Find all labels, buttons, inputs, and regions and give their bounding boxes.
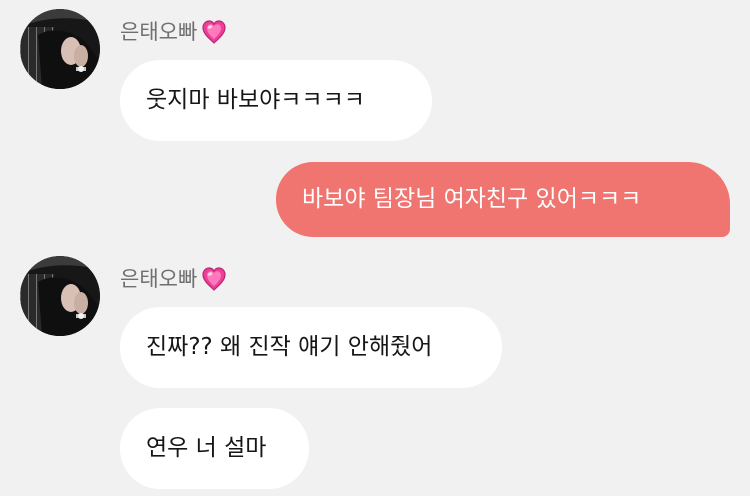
sender-name-row: 은태오빠 (120, 264, 229, 294)
message-text: 바보야 팀장님 여자친구 있어ㅋㅋㅋ (302, 186, 642, 212)
message-text: 연우 너 설마 (146, 435, 267, 461)
message-text: 진짜?? 왜 진작 얘기 안해줬어 (146, 334, 433, 360)
heart-icon (199, 17, 229, 47)
sender-name: 은태오빠 (120, 20, 198, 44)
message-bubble[interactable]: 웃지마 바보야ㅋㅋㅋㅋ (120, 60, 432, 141)
avatar[interactable] (20, 256, 100, 336)
chat-area: 은태오빠 웃지마 바보야ㅋㅋㅋㅋ 바보야 팀장님 여자친구 있어ㅋㅋㅋ 은태오빠… (0, 0, 750, 496)
outgoing-message-bubble[interactable]: 바보야 팀장님 여자친구 있어ㅋㅋㅋ (276, 162, 730, 237)
message-bubble[interactable]: 진짜?? 왜 진작 얘기 안해줬어 (120, 307, 502, 388)
sender-name: 은태오빠 (120, 267, 198, 291)
avatar[interactable] (20, 9, 100, 89)
heart-icon (199, 264, 229, 294)
sender-name-row: 은태오빠 (120, 17, 229, 47)
message-bubble[interactable]: 연우 너 설마 (120, 408, 309, 489)
message-text: 웃지마 바보야ㅋㅋㅋㅋ (146, 87, 365, 113)
